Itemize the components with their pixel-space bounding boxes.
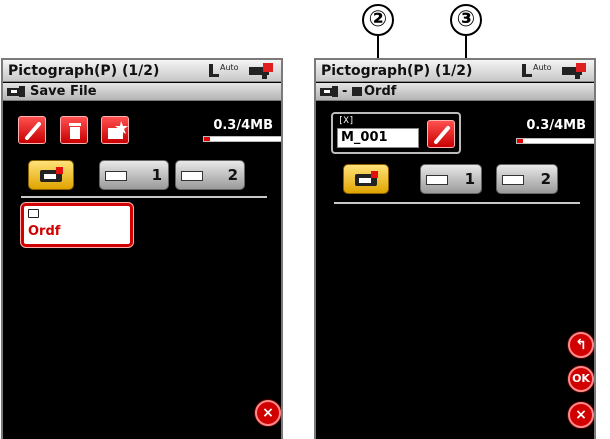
usb-icon (502, 175, 524, 185)
new-folder-button[interactable] (101, 116, 129, 144)
path-folder-label: Ordf (364, 84, 397, 99)
pencil-icon (434, 126, 450, 144)
divider (334, 202, 580, 204)
presser-foot-auto-icon: Auto (207, 63, 241, 79)
screen-title: Pictograph(P) (1/2) (8, 63, 160, 79)
path-separator: - (342, 84, 348, 99)
delete-button[interactable] (60, 116, 88, 144)
back-button[interactable]: ↰ (568, 332, 594, 358)
presser-foot-auto-icon: Auto (520, 63, 554, 79)
close-button[interactable]: × (568, 402, 594, 428)
title-bar: Pictograph(P) (1/2) Auto (316, 60, 594, 82)
usb-1-label: 1 (151, 166, 162, 184)
rename-button[interactable] (18, 116, 46, 144)
machine-status-icon (249, 63, 273, 79)
usb-icon (181, 171, 203, 181)
new-folder-icon (108, 121, 128, 139)
tab-usb-1[interactable]: 1 (420, 164, 482, 194)
usb-2-label: 2 (227, 166, 238, 184)
auto-label: Auto (220, 63, 239, 72)
ok-button[interactable]: OK (568, 366, 594, 392)
title-bar: Pictograph(P) (1/2) Auto (3, 60, 281, 82)
usb-2-label: 2 (540, 170, 551, 188)
tab-usb-2[interactable]: 2 (175, 160, 245, 190)
path-bar: - Ordf (316, 83, 594, 101)
callout-2: ② (362, 4, 394, 36)
folder-icon (28, 209, 39, 218)
memory-capacity-bar (516, 138, 594, 144)
trash-icon (69, 123, 81, 139)
memory-capacity-bar (203, 136, 281, 142)
embroidery-hoop-icon: [X] (338, 116, 355, 126)
tab-usb-2[interactable]: 2 (496, 164, 558, 194)
folder-name: Ordf (28, 224, 61, 239)
usb-1-label: 1 (464, 170, 475, 188)
callout-3: ③ (450, 4, 482, 36)
machine-status-icon (562, 63, 586, 79)
auto-label: Auto (533, 63, 552, 72)
pencil-icon (25, 122, 41, 140)
folder-icon (352, 87, 362, 96)
sewing-machine-icon (7, 86, 27, 97)
path-label: Save File (30, 84, 97, 99)
tab-machine-memory[interactable] (28, 160, 74, 190)
folder-item-ordf[interactable]: Ordf (21, 203, 133, 247)
save-file-name-screen: Pictograph(P) (1/2) Auto - Ordf [X] M_00… (314, 58, 596, 439)
tab-usb-1[interactable]: 1 (99, 160, 169, 190)
path-bar: Save File (3, 83, 281, 101)
usb-icon (105, 171, 127, 181)
rename-file-button[interactable] (427, 120, 455, 148)
memory-capacity: 0.3/4MB (213, 118, 273, 133)
save-file-screen: Pictograph(P) (1/2) Auto Save File 0.3/4… (1, 58, 283, 439)
file-name-field[interactable]: M_001 (337, 128, 419, 148)
divider (21, 196, 267, 198)
usb-icon (426, 175, 448, 185)
file-name-panel: [X] M_001 (331, 112, 461, 154)
sewing-machine-icon (320, 86, 340, 97)
sewing-machine-icon (355, 171, 379, 188)
sewing-machine-icon (40, 167, 64, 184)
close-button[interactable]: × (255, 400, 281, 426)
memory-capacity: 0.3/4MB (526, 118, 586, 133)
screen-title: Pictograph(P) (1/2) (321, 63, 473, 79)
tab-machine-memory[interactable] (343, 164, 389, 194)
